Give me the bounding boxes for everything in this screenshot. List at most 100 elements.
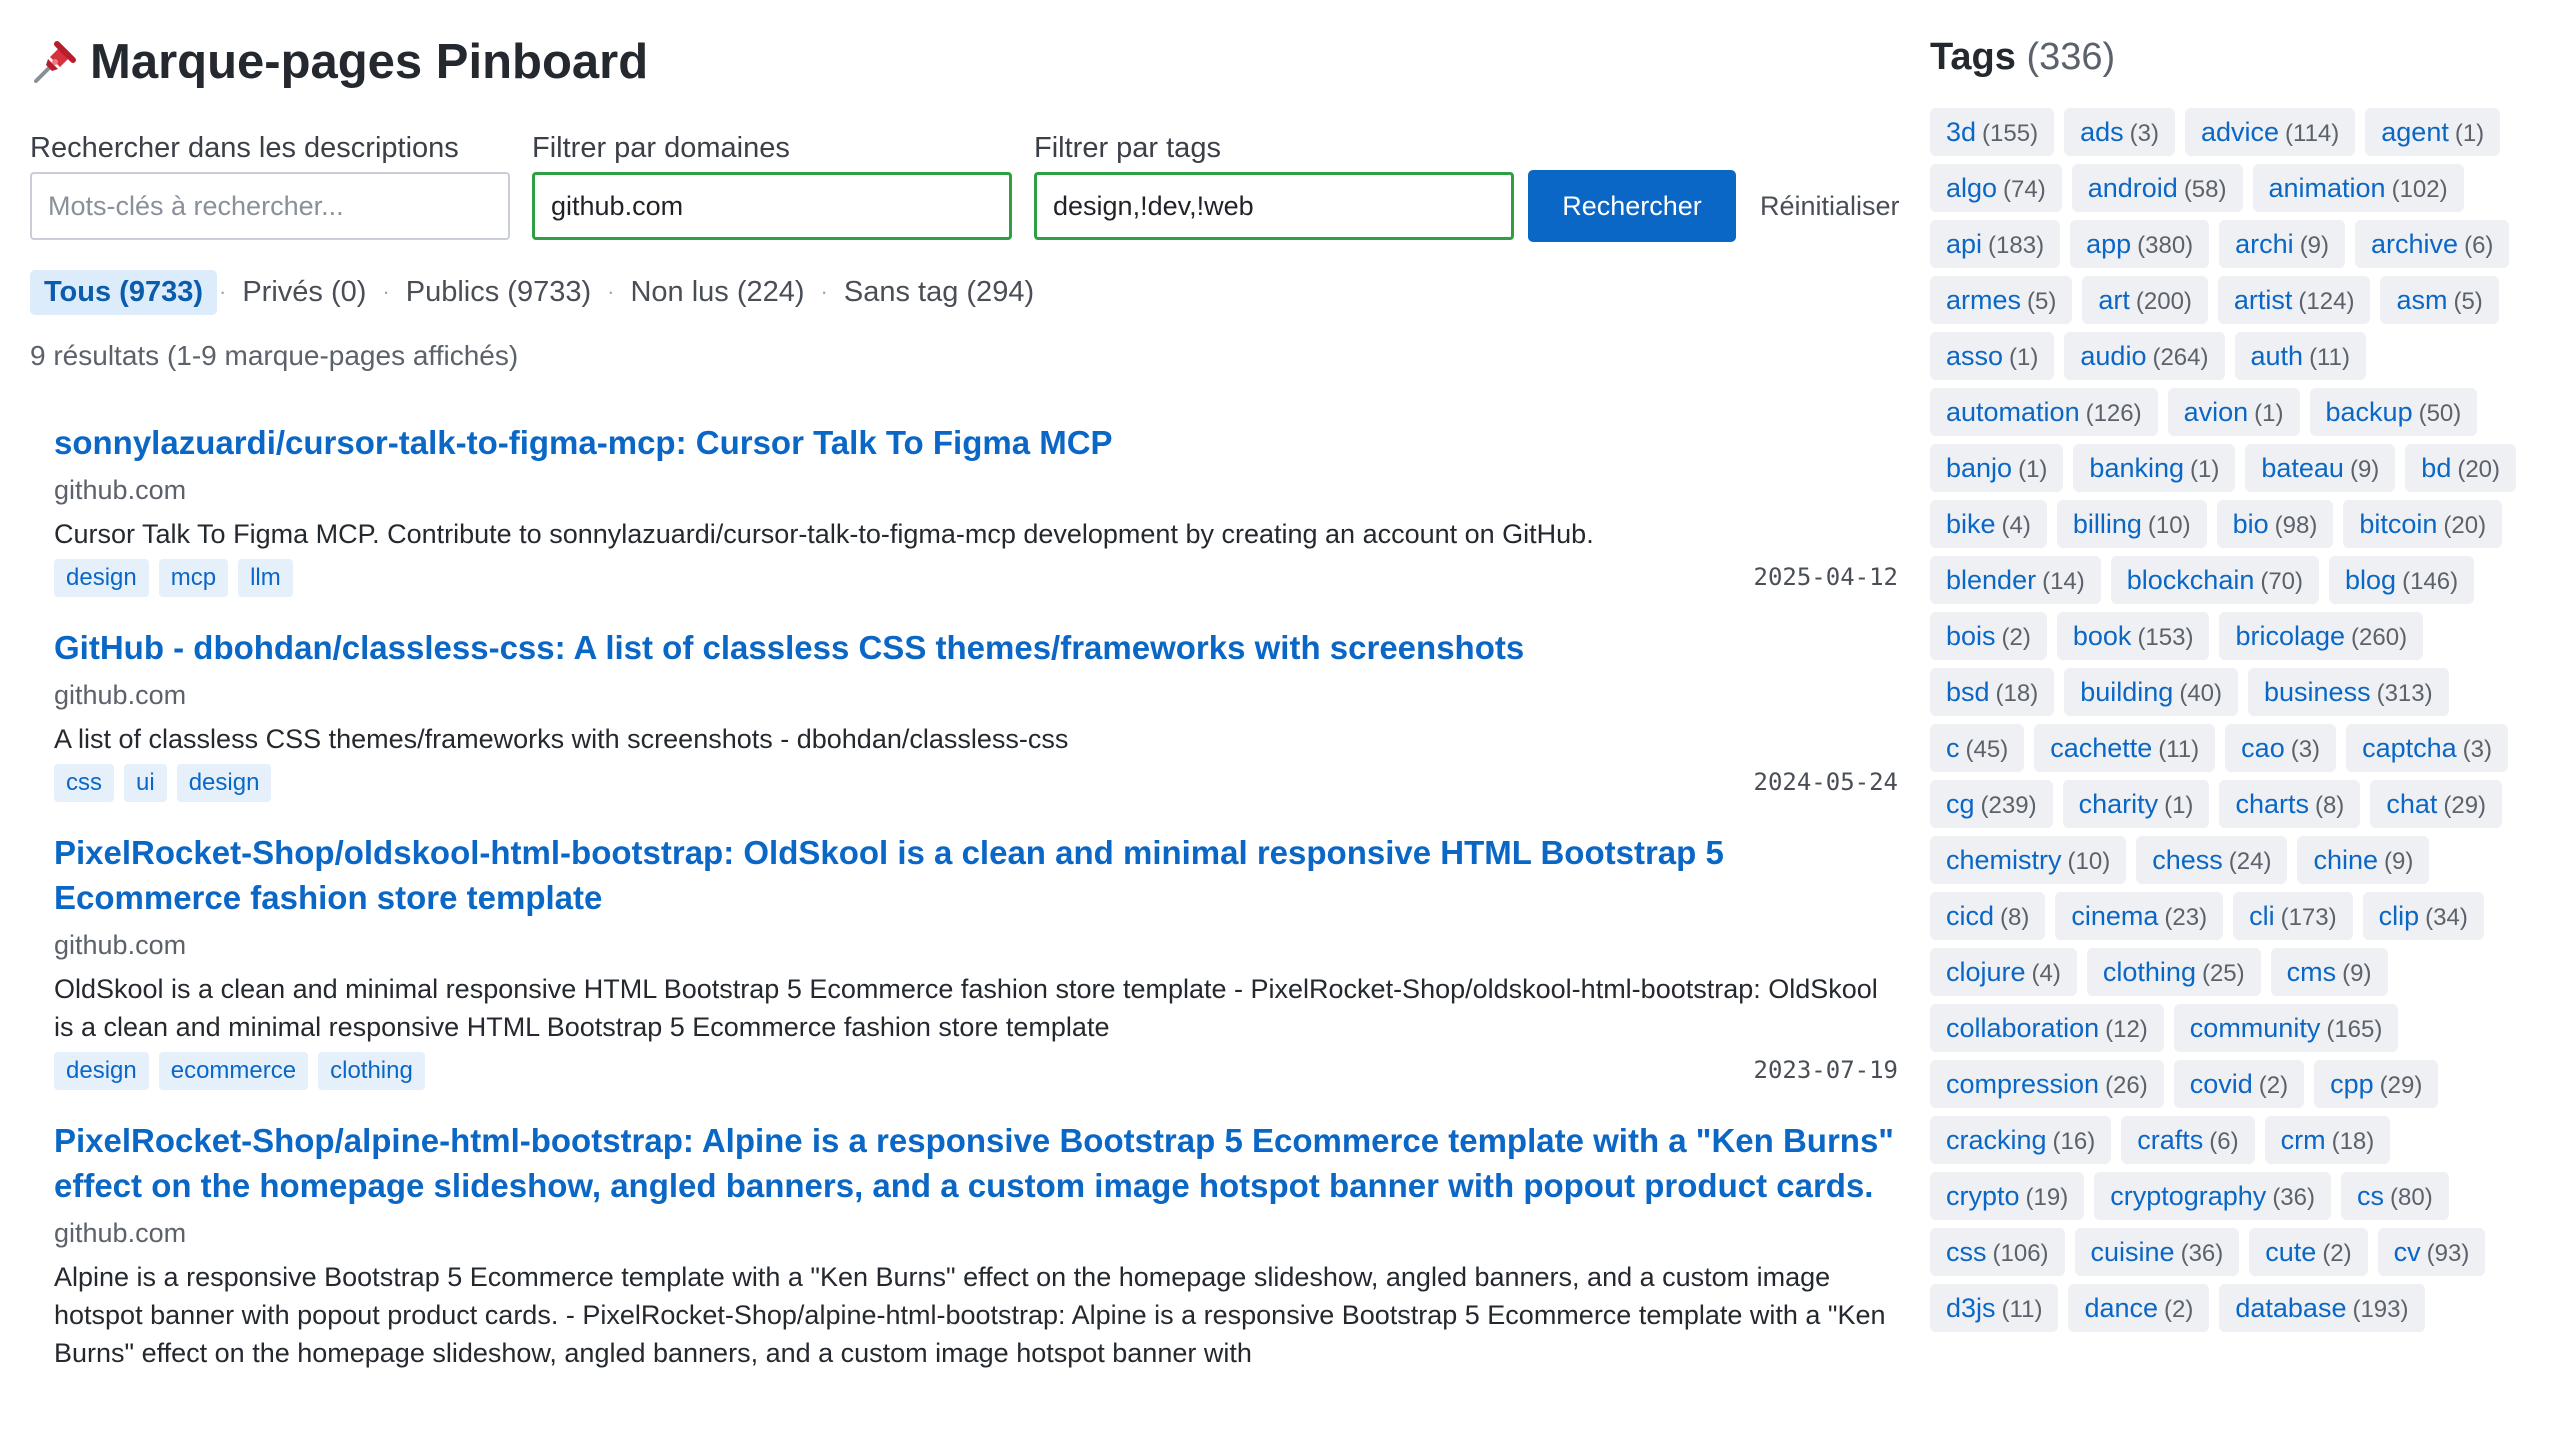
tag-cloud-item[interactable]: cracking (16) (1930, 1116, 2112, 1164)
tag-cloud-item[interactable]: banjo (1) (1930, 444, 2064, 492)
bookmark-tag[interactable]: design (54, 559, 149, 597)
tag-cloud-item[interactable]: collaboration (12) (1930, 1004, 2164, 1052)
tag-cloud-item[interactable]: business (313) (2248, 668, 2449, 716)
filter-tab[interactable]: Non lus (224) (616, 270, 818, 315)
tag-cloud-item[interactable]: clojure (4) (1930, 948, 2077, 996)
tag-cloud-item[interactable]: crypto (19) (1930, 1172, 2085, 1220)
filter-tab[interactable]: Publics (9733) (392, 270, 605, 315)
bookmark-tag[interactable]: llm (238, 559, 293, 597)
tag-cloud-item[interactable]: cao (3) (2225, 724, 2337, 772)
filter-tab[interactable]: Sans tag (294) (830, 270, 1048, 315)
bookmark-tag[interactable]: ecommerce (158, 1052, 309, 1090)
tag-cloud-item[interactable]: d3js (11) (1930, 1284, 2059, 1332)
tag-cloud-item[interactable]: avion (1) (2167, 388, 2300, 436)
tag-cloud-item[interactable]: artist (124) (2217, 276, 2371, 324)
tag-cloud-item[interactable]: android (58) (2071, 164, 2243, 212)
tag-cloud-item[interactable]: archi (9) (2219, 220, 2346, 268)
filter-separator: · (820, 279, 828, 304)
tag-cloud-item[interactable]: advice (114) (2184, 108, 2356, 156)
tag-cloud-item[interactable]: algo (74) (1930, 164, 2062, 212)
tag-cloud-item[interactable]: building (40) (2064, 668, 2238, 716)
bookmark-tag[interactable]: ui (124, 764, 167, 802)
bookmark-title-link[interactable]: PixelRocket-Shop/alpine-html-bootstrap: … (54, 1118, 1898, 1208)
tag-cloud-item[interactable]: captcha (3) (2346, 724, 2508, 772)
tag-cloud-item[interactable]: covid (2) (2173, 1060, 2305, 1108)
tag-cloud-item[interactable]: blog (146) (2329, 556, 2475, 604)
tag-cloud-item[interactable]: bio (98) (2216, 500, 2334, 548)
domain-filter-input[interactable] (532, 172, 1012, 240)
tag-cloud-item[interactable]: crm (18) (2264, 1116, 2391, 1164)
tag-cloud-item[interactable]: cicd (8) (1930, 892, 2046, 940)
tag-cloud-item[interactable]: bateau (9) (2245, 444, 2396, 492)
tag-cloud-item[interactable]: art (200) (2082, 276, 2208, 324)
bookmark-tag[interactable]: mcp (158, 559, 229, 597)
description-search-input[interactable] (30, 172, 510, 240)
tag-cloud-item[interactable]: book (153) (2056, 612, 2210, 660)
tag-cloud-item[interactable]: cute (2) (2249, 1228, 2368, 1276)
tag-cloud-item[interactable]: charts (8) (2219, 780, 2361, 828)
tag-cloud-item[interactable]: cs (80) (2341, 1172, 2449, 1220)
tag-cloud-item[interactable]: billing (10) (2056, 500, 2207, 548)
tag-cloud-item[interactable]: asm (5) (2380, 276, 2499, 324)
tag-cloud-item[interactable]: armes (5) (1930, 276, 2073, 324)
tag-cloud-item[interactable]: cachette (11) (2034, 724, 2216, 772)
tag-cloud-item[interactable]: blockchain (70) (2110, 556, 2320, 604)
tag-cloud-item[interactable]: bsd (18) (1930, 668, 2055, 716)
tag-cloud-item[interactable]: cg (239) (1930, 780, 2053, 828)
bookmark-tag[interactable]: design (54, 1052, 149, 1090)
tag-cloud-item[interactable]: agent (1) (2365, 108, 2501, 156)
tag-cloud-item[interactable]: auth (11) (2234, 332, 2366, 380)
search-button[interactable]: Rechercher (1528, 170, 1736, 242)
tag-cloud-item[interactable]: css (106) (1930, 1228, 2065, 1276)
tag-cloud-item[interactable]: archive (6) (2355, 220, 2510, 268)
tag-cloud-item[interactable]: crafts (6) (2121, 1116, 2255, 1164)
tags-filter-input[interactable] (1034, 172, 1514, 240)
tag-cloud-item[interactable]: clip (34) (2362, 892, 2484, 940)
tag-cloud-item[interactable]: banking (1) (2073, 444, 2236, 492)
tag-cloud-item[interactable]: bricolage (260) (2219, 612, 2424, 660)
tag-cloud-item[interactable]: 3d (155) (1930, 108, 2055, 156)
filter-tab[interactable]: Tous (9733) (30, 269, 218, 315)
bookmark-tag[interactable]: clothing (318, 1052, 425, 1090)
tag-cloud-item[interactable]: animation (102) (2252, 164, 2464, 212)
tag-cloud-item[interactable]: bois (2) (1930, 612, 2047, 660)
tag-cloud-item[interactable]: automation (126) (1930, 388, 2158, 436)
tag-cloud-item[interactable]: cli (173) (2233, 892, 2353, 940)
bookmark-tag[interactable]: css (54, 764, 114, 802)
reset-link[interactable]: Réinitialiser (1760, 170, 1900, 242)
tag-name: armes (1946, 285, 2022, 315)
filter-tab[interactable]: Privés (0) (228, 270, 380, 315)
tag-cloud-item[interactable]: c (45) (1930, 724, 2025, 772)
tag-cloud-item[interactable]: chess (24) (2136, 836, 2288, 884)
bookmark-title-link[interactable]: GitHub - dbohdan/classless-css: A list o… (54, 625, 1898, 670)
tag-cloud-item[interactable]: cms (9) (2270, 948, 2388, 996)
tag-cloud-item[interactable]: clothing (25) (2086, 948, 2261, 996)
tag-cloud-item[interactable]: blender (14) (1930, 556, 2101, 604)
tag-cloud-item[interactable]: cuisine (36) (2074, 1228, 2240, 1276)
bookmark-title-link[interactable]: PixelRocket-Shop/oldskool-html-bootstrap… (54, 830, 1898, 920)
tag-cloud-item[interactable]: chemistry (10) (1930, 836, 2127, 884)
tag-cloud-item[interactable]: database (193) (2219, 1284, 2425, 1332)
tag-cloud-item[interactable]: bitcoin (20) (2343, 500, 2503, 548)
tag-cloud-item[interactable]: cv (93) (2377, 1228, 2486, 1276)
tag-cloud-item[interactable]: bd (20) (2405, 444, 2517, 492)
tag-cloud-item[interactable]: ads (3) (2064, 108, 2175, 156)
tag-cloud-item[interactable]: asso (1) (1930, 332, 2055, 380)
tag-cloud-item[interactable]: cinema (23) (2055, 892, 2224, 940)
tag-cloud-item[interactable]: audio (264) (2064, 332, 2225, 380)
tag-cloud-item[interactable]: cpp (29) (2314, 1060, 2439, 1108)
tag-cloud-item[interactable]: cryptography (36) (2094, 1172, 2331, 1220)
tag-cloud-item[interactable]: bike (4) (1930, 500, 2047, 548)
tag-cloud-item[interactable]: community (165) (2173, 1004, 2399, 1052)
bookmark-tag[interactable]: design (176, 764, 272, 802)
tag-cloud-item[interactable]: chine (9) (2297, 836, 2430, 884)
tag-cloud-item[interactable]: api (183) (1930, 220, 2061, 268)
tag-cloud-item[interactable]: compression (26) (1930, 1060, 2164, 1108)
bookmark-title-link[interactable]: sonnylazuardi/cursor-talk-to-figma-mcp: … (54, 420, 1898, 465)
tag-cloud-item[interactable]: app (380) (2070, 220, 2210, 268)
tag-name: charity (2078, 789, 2159, 819)
tag-cloud-item[interactable]: backup (50) (2309, 388, 2478, 436)
tag-cloud-item[interactable]: charity (1) (2062, 780, 2210, 828)
tag-cloud-item[interactable]: dance (2) (2068, 1284, 2210, 1332)
tag-cloud-item[interactable]: chat (29) (2370, 780, 2503, 828)
